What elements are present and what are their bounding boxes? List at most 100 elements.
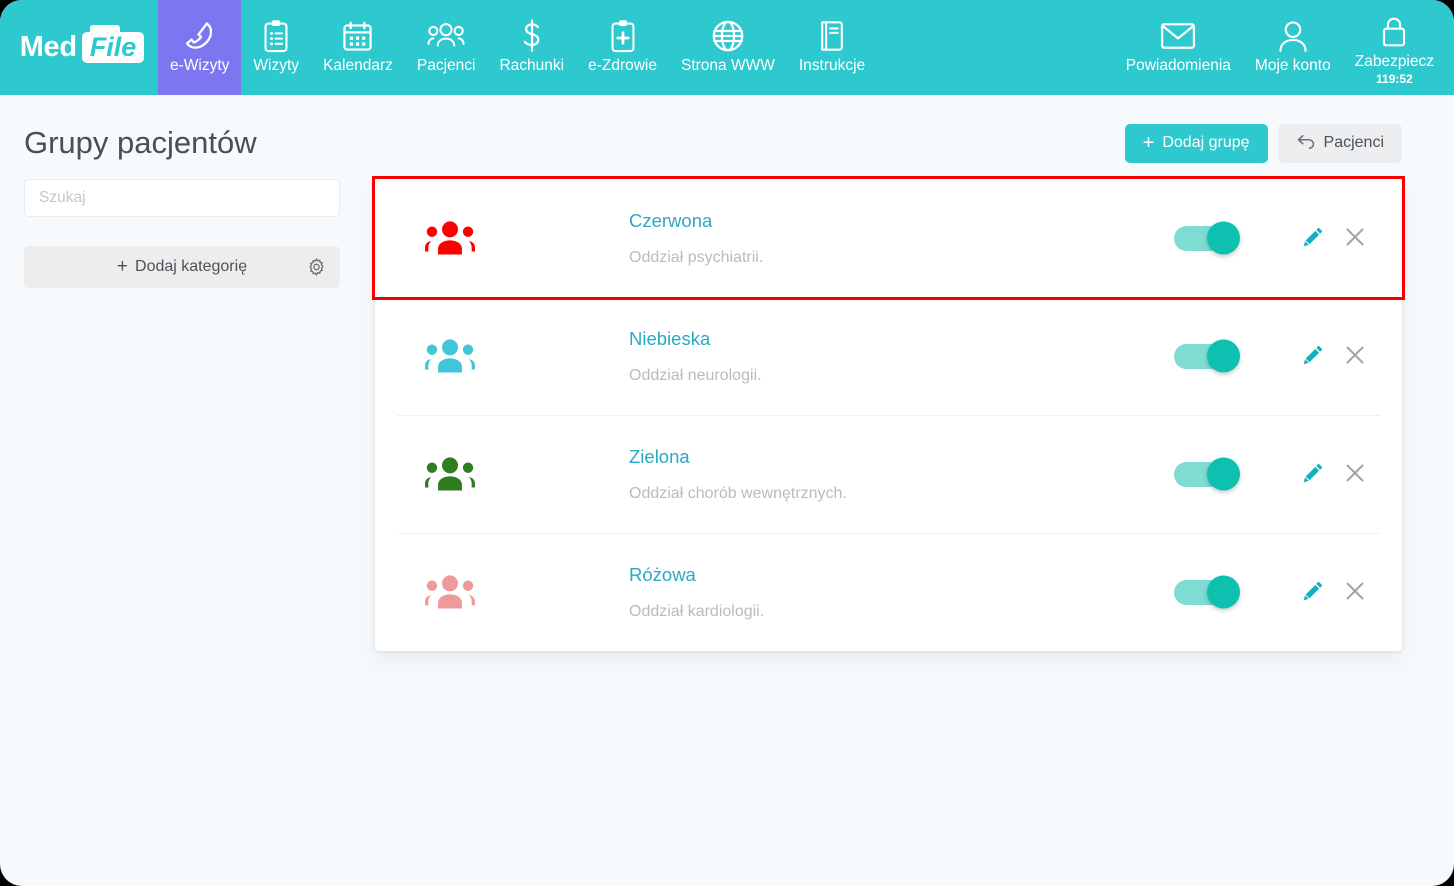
group-description: Oddział neurologii.: [629, 366, 762, 384]
dollar-icon: [519, 18, 545, 54]
group-row-actions: [1174, 221, 1374, 255]
nav-label-moje-konto: Moje konto: [1254, 57, 1331, 75]
nav-label-e-zdrowie: e-Zdrowie: [588, 57, 657, 75]
phone-icon: [183, 18, 217, 54]
lock-icon: [1380, 14, 1408, 50]
nav-item-e-wizyty[interactable]: e-Wizyty: [158, 0, 242, 95]
delete-group-button[interactable]: [1336, 221, 1374, 255]
nav-label-e-wizyty: e-Wizyty: [170, 57, 230, 75]
group-row-actions: [1174, 575, 1374, 609]
user-icon: [1278, 18, 1308, 54]
group-active-toggle[interactable]: [1174, 457, 1240, 491]
page-header-actions: + Dodaj grupę Pacjenci: [1124, 123, 1402, 163]
edit-group-button[interactable]: [1294, 221, 1332, 255]
add-group-button-label: Dodaj grupę: [1162, 134, 1250, 151]
plus-icon: +: [1142, 132, 1155, 154]
delete-group-button[interactable]: [1336, 457, 1374, 491]
group-name-link[interactable]: Zielona: [629, 446, 1174, 468]
close-icon: [1344, 462, 1366, 487]
edit-group-button[interactable]: [1294, 575, 1332, 609]
group-info: Czerwona Oddział psychiatrii.: [525, 210, 1174, 267]
group-info: Niebieska Oddział neurologii.: [525, 328, 1174, 385]
top-navigation-bar: Med File e-Wizyty Wizyty Kalendarz Pacje…: [0, 0, 1454, 95]
nav-label-strona-www: Strona WWW: [681, 57, 775, 75]
page-title: Grupy pacjentów: [24, 125, 257, 160]
nav-item-kalendarz[interactable]: Kalendarz: [311, 0, 405, 95]
nav-item-e-zdrowie[interactable]: e-Zdrowie: [576, 0, 669, 95]
group-row-czerwona[interactable]: Czerwona Oddział psychiatrii.: [372, 176, 1405, 300]
app-window: Med File e-Wizyty Wizyty Kalendarz Pacje…: [0, 0, 1454, 886]
group-color-icon-red: [375, 218, 525, 258]
envelope-icon: [1160, 18, 1196, 54]
edit-group-button[interactable]: [1294, 339, 1332, 373]
nav-label-zabezpiecz: Zabezpiecz: [1354, 53, 1434, 71]
nav-item-strona-www[interactable]: Strona WWW: [669, 0, 787, 95]
nav-item-wizyty[interactable]: Wizyty: [241, 0, 311, 95]
pencil-icon: [1301, 579, 1325, 606]
close-icon: [1344, 344, 1366, 369]
brand-logo-text-file: File: [81, 24, 145, 64]
group-color-icon-blue: [375, 336, 525, 376]
nav-label-pacjenci: Pacjenci: [416, 57, 476, 75]
nav-label-instrukcje: Instrukcje: [798, 57, 866, 75]
nav-item-rachunki[interactable]: Rachunki: [487, 0, 576, 95]
add-category-label: Dodaj kategorię: [135, 258, 248, 275]
delete-group-button[interactable]: [1336, 339, 1374, 373]
group-description: Oddział kardiologii.: [629, 602, 765, 620]
brand-logo[interactable]: Med File: [0, 0, 158, 95]
toggle-knob: [1207, 339, 1240, 373]
group-row-rozowa[interactable]: Różowa Oddział kardiologii.: [375, 533, 1402, 651]
group-row-niebieska[interactable]: Niebieska Oddział neurologii.: [375, 297, 1402, 415]
toggle-knob: [1207, 457, 1240, 491]
nav-label-kalendarz: Kalendarz: [323, 57, 393, 75]
users-icon: [427, 18, 465, 54]
pencil-icon: [1301, 461, 1325, 488]
group-name-link[interactable]: Czerwona: [629, 210, 1174, 232]
nav-label-rachunki: Rachunki: [499, 57, 565, 75]
edit-group-button[interactable]: [1294, 457, 1332, 491]
search-input[interactable]: [24, 179, 340, 217]
back-to-patients-label: Pacjenci: [1323, 134, 1384, 151]
close-icon: [1344, 580, 1366, 605]
pencil-icon: [1301, 225, 1325, 252]
nav-label-powiadomienia: Powiadomienia: [1125, 57, 1231, 75]
nav-label-wizyty: Wizyty: [253, 57, 300, 75]
group-description: Oddział chorób wewnętrznych.: [629, 484, 847, 502]
group-name-link[interactable]: Różowa: [629, 564, 1174, 586]
toggle-knob: [1207, 221, 1240, 255]
delete-group-button[interactable]: [1336, 575, 1374, 609]
group-active-toggle[interactable]: [1174, 339, 1240, 373]
group-info: Różowa Oddział kardiologii.: [525, 564, 1174, 621]
pencil-icon: [1301, 343, 1325, 370]
group-row-actions: [1174, 339, 1374, 373]
book-icon: [817, 18, 847, 54]
back-to-patients-button[interactable]: Pacjenci: [1277, 123, 1402, 163]
nav-item-instrukcje[interactable]: Instrukcje: [787, 0, 877, 95]
group-active-toggle[interactable]: [1174, 575, 1240, 609]
nav-item-pacjenci[interactable]: Pacjenci: [405, 0, 488, 95]
groups-card: Czerwona Oddział psychiatrii. Niebieska …: [372, 176, 1405, 651]
clipboard-list-icon: [261, 18, 291, 54]
nav-item-powiadomienia[interactable]: Powiadomienia: [1114, 0, 1243, 95]
session-timer: 119:52: [1376, 71, 1413, 86]
add-group-button[interactable]: + Dodaj grupę: [1124, 123, 1268, 163]
toggle-knob: [1207, 575, 1240, 609]
page-body: + Dodaj kategorię: [0, 167, 1454, 651]
group-description: Oddział psychiatrii.: [629, 248, 764, 266]
brand-logo-text-med: Med: [19, 31, 77, 63]
sidebar: + Dodaj kategorię: [24, 179, 340, 288]
nav-item-moje-konto[interactable]: Moje konto: [1243, 0, 1343, 95]
clipboard-medical-icon: [608, 18, 638, 54]
close-icon: [1344, 226, 1366, 251]
group-row-actions: [1174, 457, 1374, 491]
group-active-toggle[interactable]: [1174, 221, 1240, 255]
back-arrow-icon: [1296, 132, 1316, 155]
nav-item-zabezpiecz[interactable]: Zabezpiecz 119:52: [1343, 0, 1446, 95]
page-header: Grupy pacjentów + Dodaj grupę Pacjenci: [0, 95, 1454, 167]
group-color-icon-pink: [375, 572, 525, 612]
group-name-link[interactable]: Niebieska: [629, 328, 1174, 350]
gear-icon[interactable]: [307, 258, 326, 277]
group-row-zielona[interactable]: Zielona Oddział chorób wewnętrznych.: [375, 415, 1402, 533]
groups-card-area: Czerwona Oddział psychiatrii. Niebieska …: [372, 176, 1405, 651]
add-category-button[interactable]: + Dodaj kategorię: [24, 246, 340, 288]
